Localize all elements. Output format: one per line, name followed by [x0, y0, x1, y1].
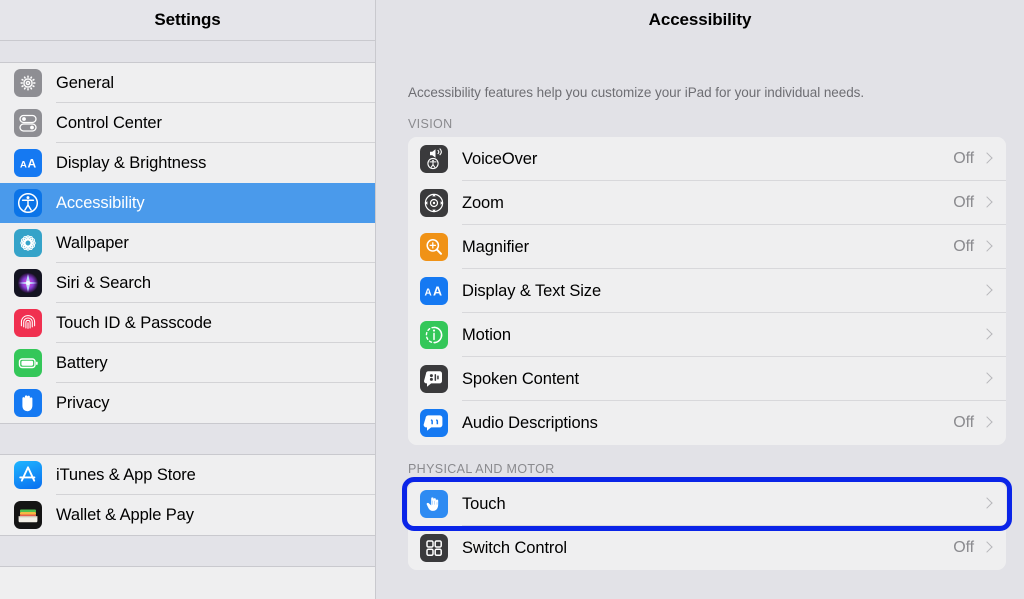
settings-row-label: Motion	[462, 325, 511, 344]
settings-row-label: Magnifier	[462, 237, 529, 256]
sidebar-item-label: Privacy	[56, 393, 110, 412]
sidebar-item-display-brightness[interactable]: A A Display & Brightness	[0, 143, 375, 183]
settings-row-value: Off	[953, 194, 974, 211]
page-title: Accessibility	[648, 10, 752, 29]
sidebar-item-label: Control Center	[56, 113, 162, 132]
wallet-icon	[14, 501, 42, 529]
chevron-right-icon	[983, 284, 992, 299]
settings-row-label: Switch Control	[462, 538, 567, 557]
settings-row-motion[interactable]: Motion	[408, 313, 1006, 357]
zoom-icon	[420, 189, 448, 217]
settings-row-value: Off	[953, 238, 974, 255]
sidebar-group-secondary: iTunes & App Store Wallet & Apple Pay	[0, 455, 375, 535]
sidebar-item-label: Display & Brightness	[56, 153, 207, 172]
sidebar-item-label: Battery	[56, 353, 108, 372]
settings-row-label: Zoom	[462, 193, 504, 212]
svg-text:A: A	[433, 285, 442, 299]
settings-row-spoken-content[interactable]: Spoken Content	[408, 357, 1006, 401]
chevron-right-icon	[983, 372, 992, 387]
settings-row-touch[interactable]: Touch	[408, 482, 1006, 526]
sidebar-item-label: Wallet & Apple Pay	[56, 505, 194, 524]
accessibility-detail-pane: Accessibility Accessibility features hel…	[376, 0, 1024, 599]
privacy-hand-icon	[14, 389, 42, 417]
text-size-icon: A A	[420, 277, 448, 305]
touch-icon	[420, 490, 448, 518]
settings-row-label: Audio Descriptions	[462, 413, 598, 432]
settings-row-value: Off	[953, 150, 974, 167]
sidebar-item-siri-search[interactable]: Siri & Search	[0, 263, 375, 303]
sidebar-bottom-gap	[0, 535, 375, 567]
chevron-right-icon	[983, 541, 992, 556]
chevron-right-icon	[983, 240, 992, 255]
sidebar-item-label: iTunes & App Store	[56, 465, 196, 484]
battery-icon	[14, 349, 42, 377]
voiceover-icon	[420, 145, 448, 173]
section-header: PHYSICAL AND MOTOR	[408, 462, 555, 476]
sidebar-item-accessibility[interactable]: Accessibility	[0, 183, 375, 223]
app-store-icon	[14, 461, 42, 489]
accessibility-description: Accessibility features help you customiz…	[408, 85, 865, 100]
chevron-right-icon	[983, 196, 992, 211]
sidebar-header: Settings	[0, 0, 375, 40]
settings-row-magnifier[interactable]: Magnifier Off	[408, 225, 1006, 269]
chevron-right-icon	[983, 416, 992, 431]
sidebar-item-touch-id-passcode[interactable]: Touch ID & Passcode	[0, 303, 375, 343]
settings-row-zoom[interactable]: Zoom Off	[408, 181, 1006, 225]
svg-text:A: A	[20, 160, 27, 171]
settings-row-label: Spoken Content	[462, 369, 579, 388]
siri-icon	[14, 269, 42, 297]
sidebar-item-privacy[interactable]: Privacy	[0, 383, 375, 423]
touch-id-icon	[14, 309, 42, 337]
settings-row-value: Off	[953, 539, 974, 556]
settings-list: Touch Switch Control Off	[408, 482, 1006, 570]
settings-sidebar: Settings General Control Center A A Displ…	[0, 0, 376, 599]
gear-icon	[14, 69, 42, 97]
control-center-icon	[14, 109, 42, 137]
chevron-right-icon	[983, 152, 992, 167]
settings-row-audio-descriptions[interactable]: Audio Descriptions Off	[408, 401, 1006, 445]
wallpaper-icon	[14, 229, 42, 257]
sidebar-group-divider	[0, 423, 375, 455]
sidebar-item-label: Wallpaper	[56, 233, 129, 252]
settings-row-voiceover[interactable]: VoiceOver Off	[408, 137, 1006, 181]
sidebar-group-primary: General Control Center A A Display & Brig…	[0, 63, 375, 423]
detail-header: Accessibility	[376, 0, 1024, 40]
settings-row-label: Display & Text Size	[462, 281, 602, 300]
settings-list: VoiceOver Off Zoom Off Magnifier Off A A Dis…	[408, 137, 1006, 445]
sidebar-item-itunes-app-store[interactable]: iTunes & App Store	[0, 455, 375, 495]
sidebar-item-wallet-apple-pay[interactable]: Wallet & Apple Pay	[0, 495, 375, 535]
sidebar-item-label: Accessibility	[56, 193, 145, 212]
sidebar-item-wallpaper[interactable]: Wallpaper	[0, 223, 375, 263]
chevron-right-icon	[983, 497, 992, 512]
spoken-content-icon	[420, 365, 448, 393]
svg-text:A: A	[28, 157, 37, 171]
settings-sections: VISION VoiceOver Off Zoom Off Magnifier Off…	[376, 100, 1024, 570]
chevron-right-icon	[983, 328, 992, 343]
magnifier-icon	[420, 233, 448, 261]
settings-row-switch-control[interactable]: Switch Control Off	[408, 526, 1006, 570]
sidebar-item-control-center[interactable]: Control Center	[0, 103, 375, 143]
sidebar-title: Settings	[154, 10, 221, 29]
settings-window: Settings General Control Center A A Displ…	[0, 0, 1024, 599]
sidebar-item-label: Siri & Search	[56, 273, 151, 292]
settings-row-value: Off	[953, 414, 974, 431]
section-header: VISION	[408, 117, 453, 131]
switch-control-icon	[420, 534, 448, 562]
audio-descriptions-icon	[420, 409, 448, 437]
display-brightness-icon: A A	[14, 149, 42, 177]
sidebar-item-label: Touch ID & Passcode	[56, 313, 212, 332]
settings-row-display-text-size[interactable]: A A Display & Text Size	[408, 269, 1006, 313]
settings-row-label: VoiceOver	[462, 149, 538, 168]
accessibility-icon	[14, 189, 42, 217]
svg-text:A: A	[425, 288, 432, 299]
sidebar-top-gap	[0, 40, 375, 63]
sidebar-item-label: General	[56, 73, 115, 92]
settings-row-label: Touch	[462, 494, 506, 513]
motion-icon	[420, 321, 448, 349]
sidebar-item-battery[interactable]: Battery	[0, 343, 375, 383]
sidebar-item-general[interactable]: General	[0, 63, 375, 103]
